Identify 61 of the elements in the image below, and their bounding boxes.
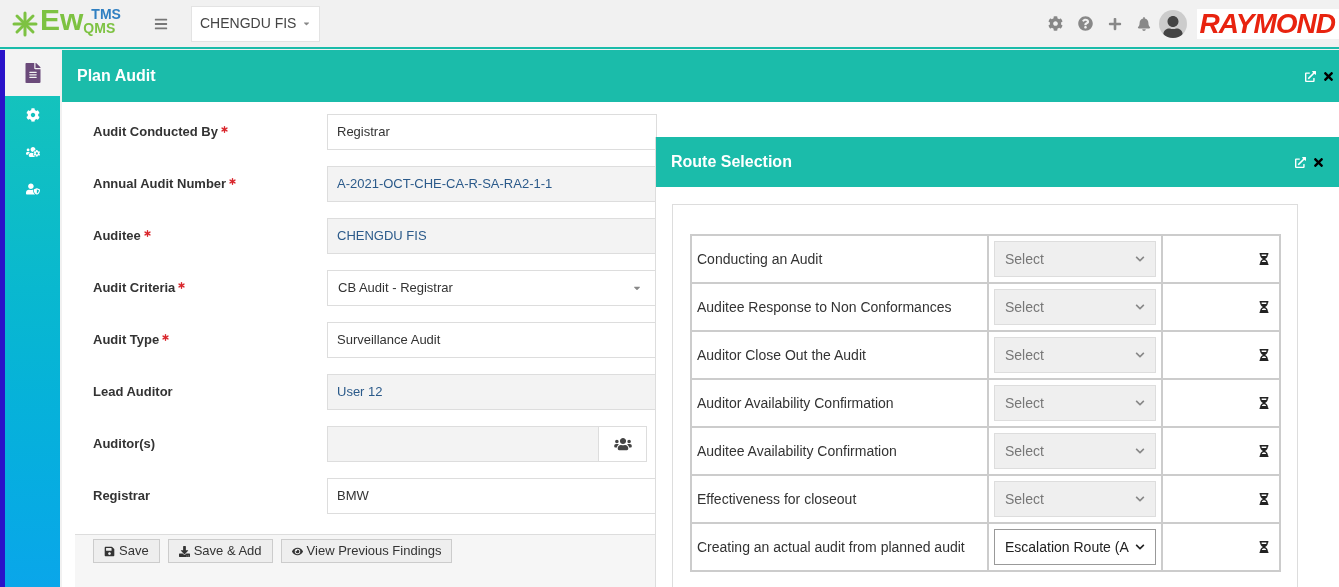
caret-icon — [302, 19, 312, 28]
chevron-icon — [1135, 542, 1145, 552]
table-cell: Conducting an Audit — [691, 235, 988, 283]
table-cell: Auditor Availability Confirmation — [691, 379, 988, 427]
field-label: Audit Conducted By — [93, 123, 218, 142]
table-cell: Auditee Response to Non Conformances — [691, 283, 988, 331]
settings-icon — [25, 107, 40, 122]
chevron-icon — [1135, 446, 1145, 456]
dialog-title: Route Selection — [671, 152, 792, 172]
field-label: Auditee — [93, 227, 141, 246]
field-label: Lead Auditor — [93, 383, 173, 402]
field-label: Audit Type — [93, 331, 160, 350]
field-label: Registrar — [93, 487, 151, 506]
table-cell: Auditee Availability Confirmation — [691, 427, 988, 475]
route-select[interactable]: Escalation Route (A — [994, 529, 1156, 565]
input-field[interactable]: BMW — [327, 478, 657, 514]
panel-title: Plan Audit — [77, 66, 156, 86]
table-cell: Effectiveness for closeout — [691, 475, 988, 523]
hourglass-icon[interactable] — [1259, 493, 1269, 505]
hourglass-icon[interactable] — [1259, 253, 1269, 265]
table-cell: Auditor Close Out the Audit — [691, 331, 988, 379]
close-icon[interactable] — [1322, 69, 1335, 83]
chevron-icon — [1135, 302, 1145, 312]
hourglass-icon[interactable] — [1259, 301, 1269, 313]
action-button[interactable]: Save & Add — [167, 539, 273, 563]
table-cell: Creating an actual audit from planned audit — [691, 523, 988, 571]
site-selector[interactable]: CHENGDU FIS — [191, 5, 321, 42]
document-icon — [23, 63, 42, 83]
input-field[interactable]: Surveillance Audit — [327, 322, 657, 358]
action-button[interactable]: View Previous Findings — [280, 539, 453, 563]
close-icon[interactable] — [1312, 155, 1325, 169]
menu-icon — [154, 16, 168, 31]
group-settings-icon — [25, 144, 40, 159]
user-avatar[interactable] — [1159, 9, 1188, 38]
chevron-icon — [1135, 254, 1145, 264]
button-icon — [178, 545, 190, 557]
snowflake-icon — [12, 10, 38, 37]
brand-logo: RAYMOND — [1197, 8, 1339, 39]
input-field[interactable]: Registrar — [327, 114, 657, 150]
field-label: Auditor(s) — [93, 435, 156, 454]
chevron-icon — [1135, 494, 1145, 504]
field-label: Audit Criteria — [93, 279, 176, 298]
chevron-icon — [1135, 350, 1145, 360]
users-icon — [612, 437, 633, 451]
button-icon — [104, 545, 115, 557]
hourglass-icon[interactable] — [1259, 349, 1269, 361]
button-icon — [291, 545, 303, 557]
select-field[interactable]: CB Audit - Registrar — [327, 270, 657, 306]
add-icon[interactable] — [1108, 16, 1123, 31]
notification-icon[interactable] — [1137, 16, 1152, 31]
hourglass-icon[interactable] — [1259, 397, 1269, 409]
chevron-icon — [1135, 398, 1145, 408]
hourglass-icon[interactable] — [1259, 541, 1269, 553]
sidebar-item[interactable] — [5, 50, 60, 96]
menu-button[interactable] — [154, 16, 168, 31]
help-icon[interactable] — [1078, 16, 1094, 31]
field-label: Annual Audit Number — [93, 175, 227, 194]
hourglass-icon[interactable] — [1259, 445, 1269, 457]
action-button[interactable]: Save — [93, 539, 160, 563]
settings-icon[interactable] — [1048, 16, 1064, 31]
user-shield-icon — [25, 181, 40, 196]
